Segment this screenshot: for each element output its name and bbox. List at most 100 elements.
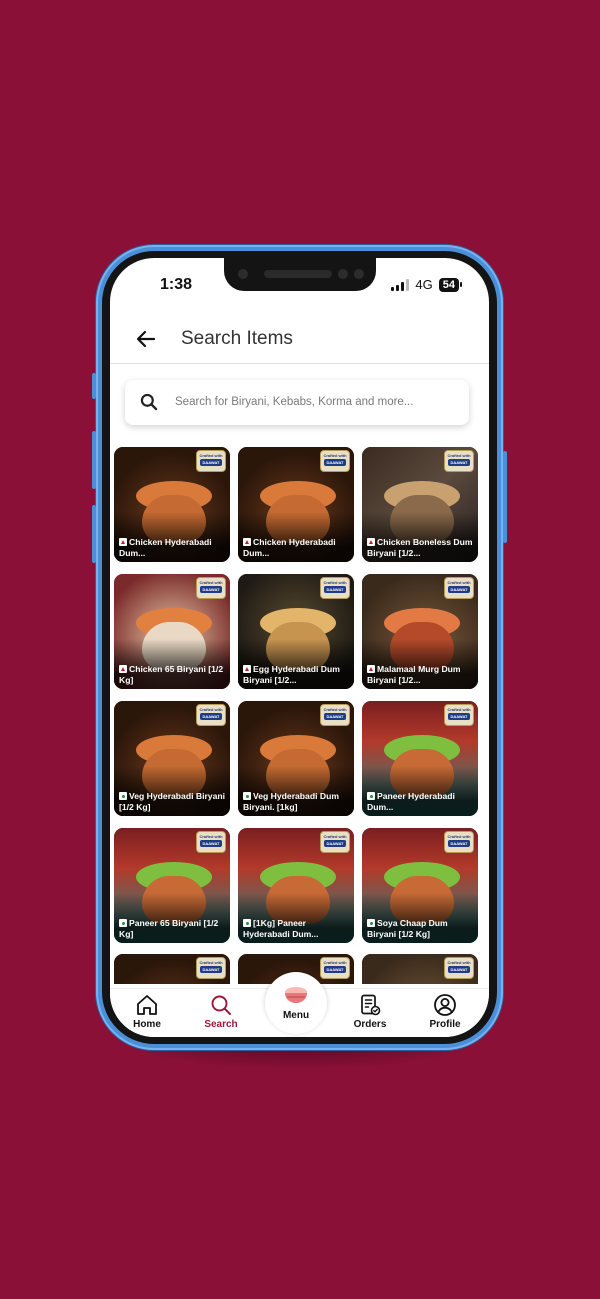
phone-frame: 1:38 4G 54 Search Items Search for Birya… [92, 245, 507, 1050]
badge-brand: DAAWAT [448, 586, 470, 593]
badge-brand: DAAWAT [448, 459, 470, 466]
badge-brand: DAAWAT [200, 840, 222, 847]
status-indicators: 4G 54 [391, 277, 463, 292]
daawat-badge: Crafted with DAAWAT [320, 704, 350, 726]
menu-item-card[interactable]: Crafted with DAAWAT Chicken Boneless Dum B… [362, 447, 478, 562]
nonveg-icon [243, 665, 251, 673]
badge-text: Crafted with [323, 834, 347, 839]
menu-item-card[interactable]: Crafted with DAAWAT [114, 954, 230, 984]
daawat-badge: Crafted with DAAWAT [196, 577, 226, 599]
badge-text: Crafted with [199, 580, 223, 585]
item-name: Chicken Hyderabadi Dum... [119, 537, 212, 558]
item-name: Egg Hyderabadi Dum Biryani [1/2... [243, 664, 340, 685]
badge-text: Crafted with [323, 453, 347, 458]
biryani-bowl-icon [285, 987, 307, 1003]
badge-brand: DAAWAT [324, 966, 346, 973]
nonveg-icon [119, 665, 127, 673]
nav-profile-label: Profile [429, 1019, 461, 1030]
menu-item-card[interactable]: Crafted with DAAWAT Chicken Hyderabadi Dum… [114, 447, 230, 562]
nav-home[interactable]: Home [117, 993, 177, 1030]
menu-item-card[interactable]: Crafted with DAAWAT Chicken 65 Biryani [1/… [114, 574, 230, 689]
badge-text: Crafted with [447, 834, 471, 839]
app-header: Search Items [110, 315, 489, 364]
daawat-badge: Crafted with DAAWAT [444, 957, 474, 979]
item-name: Malamaal Murg Dum Biryani [1/2... [367, 664, 461, 685]
badge-text: Crafted with [199, 707, 223, 712]
side-button [92, 373, 96, 399]
badge-brand: DAAWAT [448, 713, 470, 720]
network-label: 4G [415, 277, 433, 292]
phone-screen: 1:38 4G 54 Search Items Search for Birya… [110, 258, 489, 1037]
daawat-badge: Crafted with DAAWAT [196, 957, 226, 979]
veg-icon [243, 792, 251, 800]
badge-brand: DAAWAT [324, 586, 346, 593]
badge-text: Crafted with [199, 453, 223, 458]
nav-search-label: Search [204, 1019, 238, 1030]
menu-item-card[interactable]: Crafted with DAAWAT [1Kg] Paneer Hyderabad… [238, 828, 354, 943]
badge-brand: DAAWAT [324, 713, 346, 720]
nav-search[interactable]: Search [191, 993, 251, 1030]
daawat-badge: Crafted with DAAWAT [196, 831, 226, 853]
badge-brand: DAAWAT [200, 459, 222, 466]
item-name: Chicken 65 Biryani [1/2 Kg] [119, 664, 224, 685]
badge-brand: DAAWAT [448, 840, 470, 847]
badge-text: Crafted with [323, 580, 347, 585]
veg-icon [119, 792, 127, 800]
daawat-badge: Crafted with DAAWAT [320, 577, 350, 599]
badge-text: Crafted with [447, 707, 471, 712]
side-button [92, 505, 96, 563]
status-time: 1:38 [160, 276, 193, 293]
camera-icon [238, 269, 248, 279]
menu-item-card[interactable]: Crafted with DAAWAT Paneer 65 Biryani [1/2… [114, 828, 230, 943]
item-name: [1Kg] Paneer Hyderabadi Dum... [243, 918, 319, 939]
search-icon [140, 393, 158, 411]
badge-brand: DAAWAT [200, 586, 222, 593]
side-button [503, 451, 507, 543]
badge-brand: DAAWAT [324, 840, 346, 847]
badge-brand: DAAWAT [200, 966, 222, 973]
badge-text: Crafted with [447, 453, 471, 458]
nav-profile[interactable]: Profile [415, 993, 475, 1030]
menu-item-card[interactable]: Crafted with DAAWAT [362, 954, 478, 984]
sensor-icon [354, 269, 364, 279]
badge-brand: DAAWAT [448, 966, 470, 973]
daawat-badge: Crafted with DAAWAT [444, 577, 474, 599]
daawat-badge: Crafted with DAAWAT [320, 831, 350, 853]
menu-item-card[interactable]: Crafted with DAAWAT Soya Chaap Dum Biryani… [362, 828, 478, 943]
orders-icon [361, 994, 381, 1016]
menu-item-card[interactable]: Crafted with DAAWAT Egg Hyderabadi Dum Bir… [238, 574, 354, 689]
nonveg-icon [367, 538, 375, 546]
nonveg-icon [243, 538, 251, 546]
page-background: 1:38 4G 54 Search Items Search for Birya… [0, 0, 600, 1299]
menu-item-card[interactable]: Crafted with DAAWAT Paneer Hyderabadi Dum.… [362, 701, 478, 816]
nonveg-icon [119, 538, 127, 546]
menu-item-card[interactable]: Crafted with DAAWAT Veg Hyderabadi Biryani… [114, 701, 230, 816]
item-name: Chicken Boneless Dum Biryani [1/2... [367, 537, 473, 558]
veg-icon [367, 792, 375, 800]
back-arrow-icon[interactable] [134, 327, 158, 351]
profile-icon [434, 994, 456, 1016]
nav-home-label: Home [133, 1019, 161, 1030]
daawat-badge: Crafted with DAAWAT [196, 704, 226, 726]
menu-button-label: Menu [282, 1010, 310, 1021]
search-bar[interactable] [125, 380, 469, 425]
daawat-badge: Crafted with DAAWAT [196, 450, 226, 472]
battery-icon: 54 [438, 277, 463, 292]
side-button [92, 431, 96, 489]
daawat-badge: Crafted with DAAWAT [320, 450, 350, 472]
nav-orders[interactable]: Orders [340, 993, 400, 1030]
menu-item-card[interactable]: Crafted with DAAWAT Chicken Hyderabadi Dum… [238, 447, 354, 562]
menu-item-card[interactable]: Crafted with DAAWAT Malamaal Murg Dum Biry… [362, 574, 478, 689]
badge-brand: DAAWAT [324, 459, 346, 466]
veg-icon [243, 919, 251, 927]
item-name: Paneer 65 Biryani [1/2 Kg] [119, 918, 219, 939]
daawat-badge: Crafted with DAAWAT [444, 704, 474, 726]
search-input[interactable] [175, 388, 455, 416]
daawat-badge: Crafted with DAAWAT [320, 957, 350, 979]
daawat-badge: Crafted with DAAWAT [444, 831, 474, 853]
menu-item-card[interactable]: Crafted with DAAWAT Veg Hyderabadi Dum Bir… [238, 701, 354, 816]
daawat-badge: Crafted with DAAWAT [444, 450, 474, 472]
item-name: Chicken Hyderabadi Dum... [243, 537, 336, 558]
badge-text: Crafted with [323, 707, 347, 712]
menu-button[interactable]: Menu [265, 972, 327, 1034]
